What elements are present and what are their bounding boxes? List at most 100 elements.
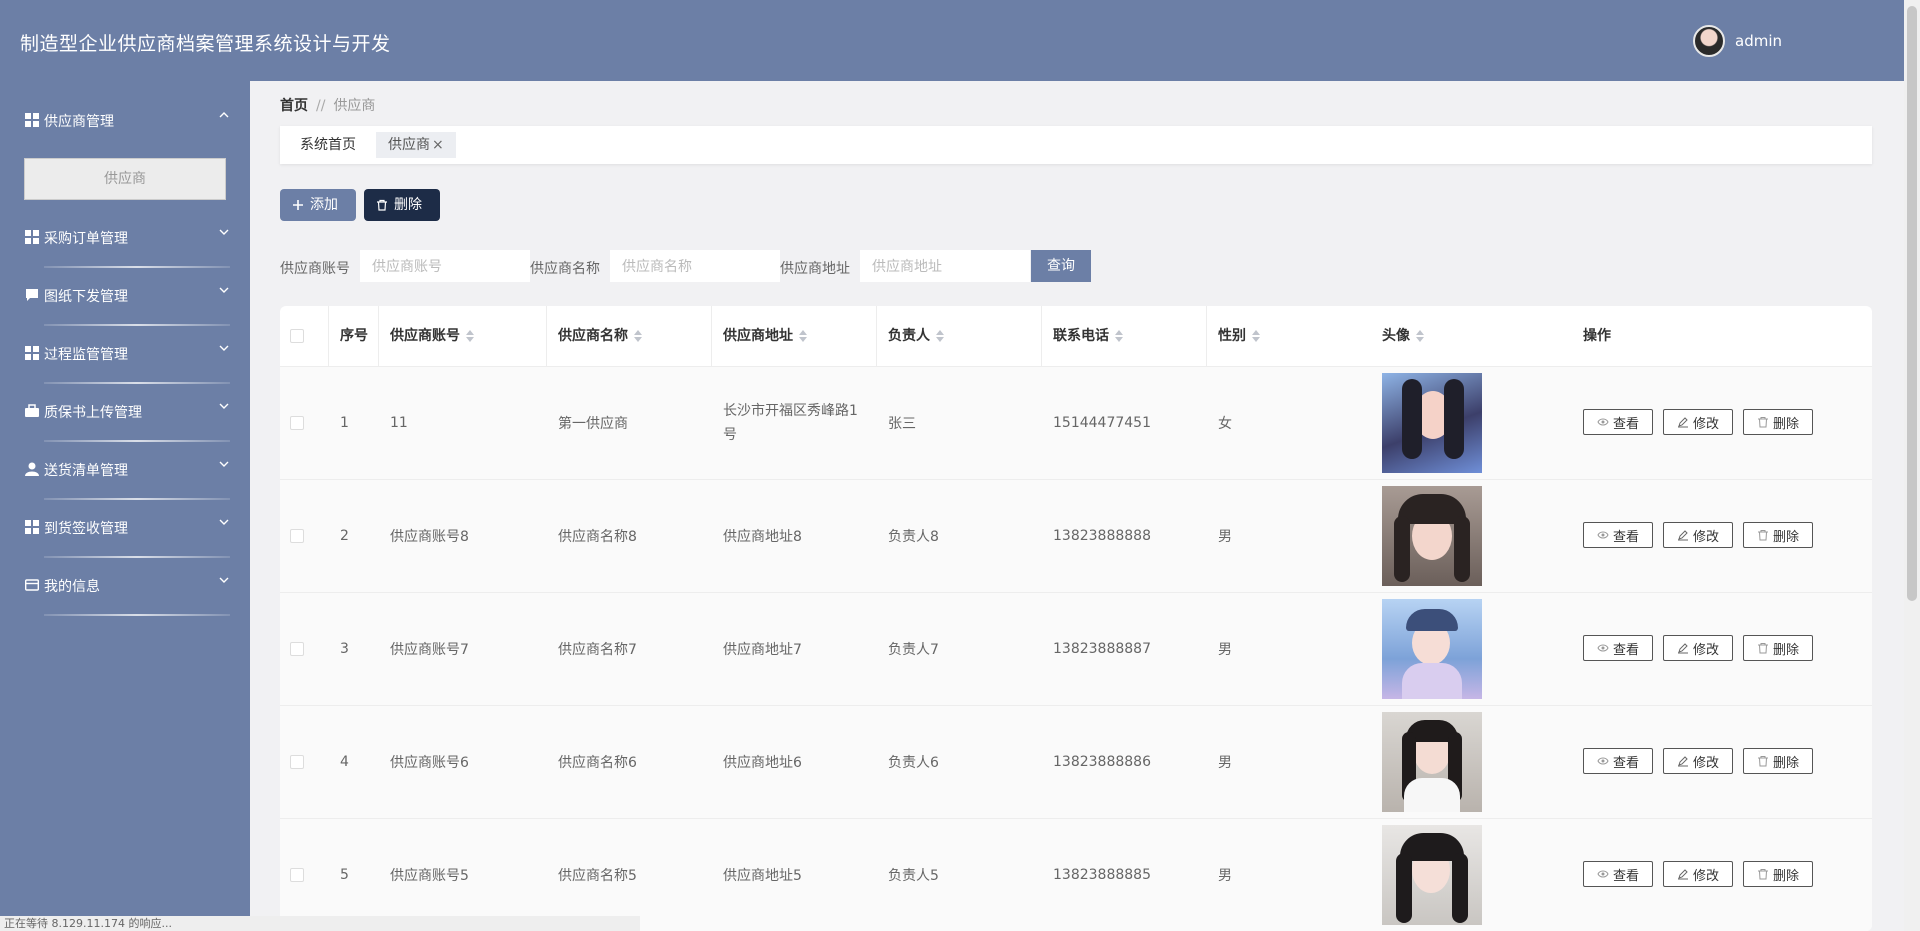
cell-address: 供应商地址6 (723, 755, 802, 771)
sidebar-item-drawing[interactable]: 图纸下发管理 (24, 268, 230, 326)
delete-label: 删除 (1772, 416, 1799, 432)
edit-button[interactable]: 修改 (1663, 861, 1733, 887)
cell-account: 供应商账号6 (390, 755, 469, 771)
edit-label: 修改 (1692, 755, 1719, 771)
page-scrollbar[interactable] (1904, 0, 1920, 931)
sidebar-item-label: 供应商管理 (44, 114, 114, 130)
delete-button[interactable]: 删除 (1743, 409, 1813, 435)
avatar-photo (1382, 712, 1482, 812)
header-label: 负责人 (888, 328, 930, 344)
edit-label: 修改 (1692, 416, 1719, 432)
cell-name: 供应商名称7 (558, 642, 637, 658)
chevron-down-icon (219, 461, 229, 467)
scrollbar-thumb[interactable] (1907, 6, 1917, 601)
row-checkbox[interactable] (290, 642, 304, 656)
select-all-checkbox[interactable] (290, 329, 304, 343)
view-label: 查看 (1612, 529, 1639, 545)
cell-index: 5 (340, 867, 349, 883)
sidebar-item-label: 送货清单管理 (44, 463, 128, 479)
chevron-down-icon (219, 403, 229, 409)
header-name[interactable]: 供应商名称 (558, 306, 642, 366)
tab-supplier[interactable]: 供应商 × (376, 132, 456, 158)
edit-button[interactable]: 修改 (1663, 635, 1733, 661)
cell-phone: 15144477451 (1053, 415, 1151, 431)
sidebar-item-supplier[interactable]: 供应商管理 (24, 93, 230, 151)
breadcrumb: 首页 // 供应商 (280, 95, 375, 115)
view-button[interactable]: 查看 (1583, 861, 1653, 887)
grid-icon (25, 520, 39, 534)
row-checkbox-cell (290, 593, 304, 705)
row-checkbox[interactable] (290, 755, 304, 769)
row-checkbox[interactable] (290, 416, 304, 430)
add-button[interactable]: 添加 (280, 189, 356, 221)
header-account[interactable]: 供应商账号 (390, 306, 474, 366)
view-button[interactable]: 查看 (1583, 748, 1653, 774)
sort-icon[interactable] (1416, 330, 1424, 342)
row-checkbox-cell (290, 706, 304, 818)
close-icon[interactable]: × (432, 137, 444, 153)
view-label: 查看 (1612, 868, 1639, 884)
edit-label: 修改 (1692, 529, 1719, 545)
cell-address: 长沙市开福区秀峰路1号 (723, 367, 863, 479)
sidebar-item-warranty[interactable]: 质保书上传管理 (24, 384, 230, 442)
sidebar-item-delivery[interactable]: 送货清单管理 (24, 442, 230, 500)
sort-icon[interactable] (936, 330, 944, 342)
tab-home[interactable]: 系统首页 (288, 132, 368, 158)
delete-button[interactable]: 删除 (1743, 861, 1813, 887)
breadcrumb-current: 供应商 (333, 98, 376, 114)
add-button-label: 添加 (310, 197, 338, 213)
header-label: 供应商账号 (390, 328, 460, 344)
avatar-photo (1382, 486, 1482, 586)
query-button[interactable]: 查询 (1031, 250, 1091, 282)
user-avatar[interactable] (1693, 25, 1725, 57)
delete-button[interactable]: 删除 (1743, 748, 1813, 774)
address-input[interactable] (860, 250, 1030, 282)
header-avatar[interactable]: 头像 (1382, 306, 1424, 366)
batch-delete-button[interactable]: 删除 (364, 189, 440, 221)
breadcrumb-home[interactable]: 首页 (280, 98, 308, 114)
edit-button[interactable]: 修改 (1663, 748, 1733, 774)
sidebar-item-label: 采购订单管理 (44, 231, 128, 247)
account-input[interactable] (360, 250, 530, 282)
sidebar-item-process[interactable]: 过程监管管理 (24, 326, 230, 384)
sort-icon[interactable] (466, 330, 474, 342)
delete-button[interactable]: 删除 (1743, 522, 1813, 548)
sort-icon[interactable] (799, 330, 807, 342)
edit-button[interactable]: 修改 (1663, 409, 1733, 435)
submenu-item-supplier[interactable]: 供应商 (24, 158, 226, 200)
header-phone[interactable]: 联系电话 (1053, 306, 1123, 366)
row-checkbox[interactable] (290, 868, 304, 882)
user-menu[interactable]: admin (1693, 25, 1782, 57)
header-gender[interactable]: 性别 (1218, 306, 1260, 366)
edit-icon (1677, 869, 1688, 880)
cell-name: 供应商名称8 (558, 529, 637, 545)
table-row: 4 供应商账号6 供应商名称6 供应商地址6 负责人6 13823888886 … (280, 705, 1872, 818)
name-input[interactable] (610, 250, 780, 282)
sort-icon[interactable] (1252, 330, 1260, 342)
sidebar-item-receipt[interactable]: 到货签收管理 (24, 500, 230, 558)
cell-contact: 张三 (888, 416, 916, 432)
cell-index: 3 (340, 641, 349, 657)
edit-icon (1677, 417, 1688, 428)
chevron-down-icon (219, 519, 229, 525)
chevron-down-icon (219, 577, 229, 583)
delete-button[interactable]: 删除 (1743, 635, 1813, 661)
header-address[interactable]: 供应商地址 (723, 306, 807, 366)
cell-gender: 男 (1218, 868, 1232, 884)
view-button[interactable]: 查看 (1583, 409, 1653, 435)
comment-icon (26, 289, 38, 301)
sort-icon[interactable] (1115, 330, 1123, 342)
sort-icon[interactable] (634, 330, 642, 342)
row-checkbox[interactable] (290, 529, 304, 543)
supplier-table: 序号 供应商账号 供应商名称 供应商地址 负责人 联系电话 性别 头像 操作 1… (280, 306, 1872, 931)
edit-button[interactable]: 修改 (1663, 522, 1733, 548)
view-button[interactable]: 查看 (1583, 522, 1653, 548)
sidebar-item-purchase-order[interactable]: 采购订单管理 (24, 210, 230, 268)
sidebar-item-my-info[interactable]: 我的信息 (24, 558, 230, 616)
header-contact[interactable]: 负责人 (888, 306, 944, 366)
username[interactable]: admin (1735, 32, 1782, 50)
view-button[interactable]: 查看 (1583, 635, 1653, 661)
cell-account: 供应商账号8 (390, 529, 469, 545)
header-label: 供应商地址 (723, 328, 793, 344)
cell-gender: 男 (1218, 529, 1232, 545)
